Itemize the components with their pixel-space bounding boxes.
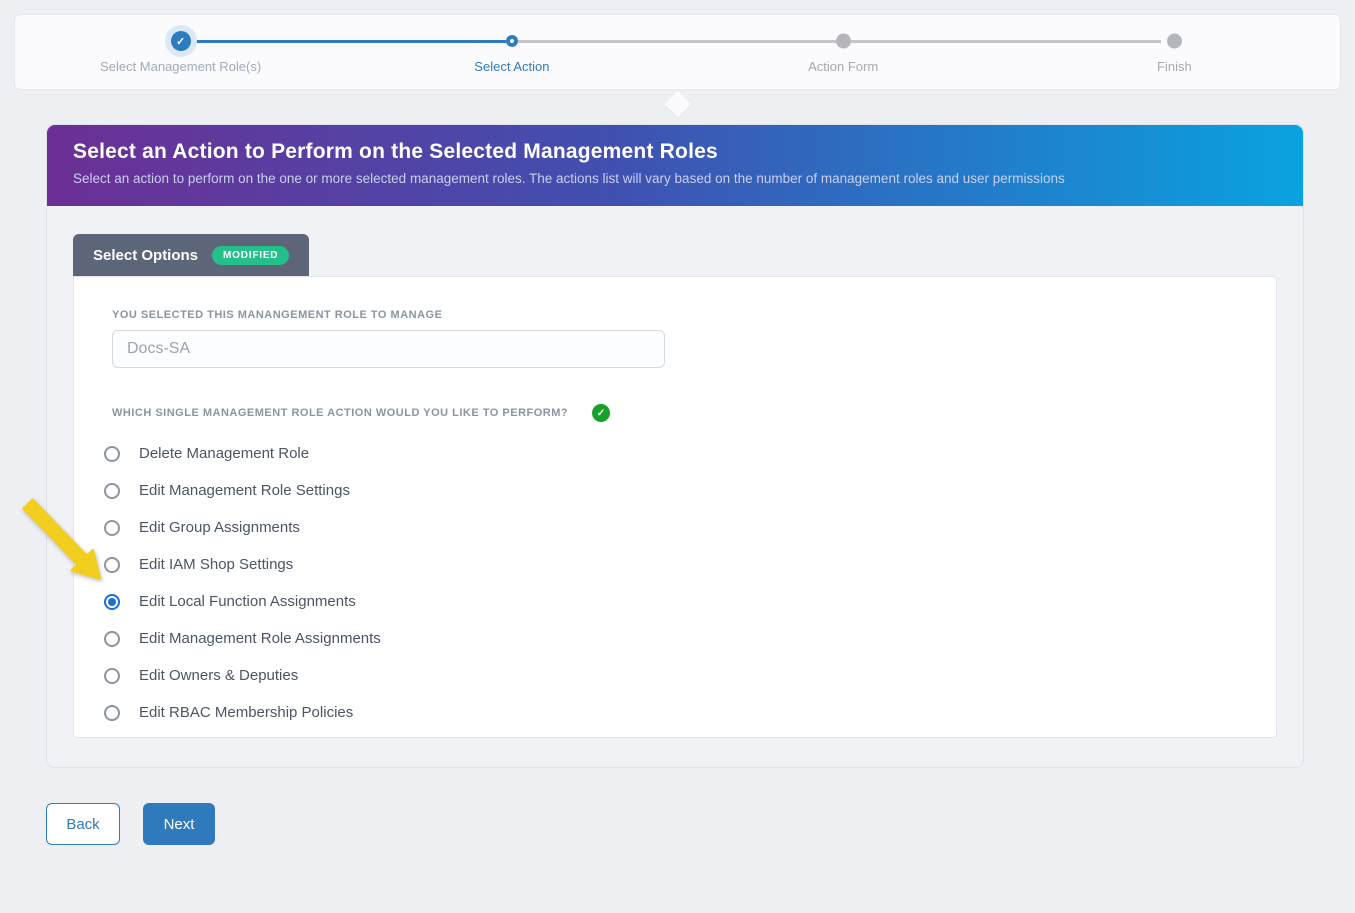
step-pending-dot-icon (836, 34, 851, 49)
step-finish[interactable]: Finish (1009, 15, 1340, 89)
radio-option-label: Edit Local Function Assignments (139, 593, 356, 610)
radio-option-label: Edit Management Role Assignments (139, 630, 381, 647)
radio-option-edit-owners-deputies[interactable]: Edit Owners & Deputies (104, 657, 1238, 694)
step-label: Finish (1157, 59, 1192, 74)
radio-button-icon[interactable] (104, 631, 120, 647)
radio-option-label: Edit RBAC Membership Policies (139, 704, 353, 721)
page-title: Select an Action to Perform on the Selec… (73, 140, 1277, 164)
tab-label: Select Options (93, 247, 198, 264)
radio-option-edit-group-assignments[interactable]: Edit Group Assignments (104, 509, 1238, 546)
step-pending-dot-icon (1167, 34, 1182, 49)
step-label: Select Management Role(s) (100, 59, 261, 74)
radio-option-label: Edit Group Assignments (139, 519, 300, 536)
radio-button-icon[interactable] (104, 668, 120, 684)
action-question-label: WHICH SINGLE MANAGEMENT ROLE ACTION WOUL… (112, 407, 568, 419)
back-button[interactable]: Back (46, 803, 120, 845)
radio-option-label: Edit Management Role Settings (139, 482, 350, 499)
page-subtitle: Select an action to perform on the one o… (73, 171, 1277, 186)
action-radio-group: Delete Management Role Edit Management R… (104, 435, 1238, 731)
step-select-management-roles[interactable]: ✓ Select Management Role(s) (15, 15, 346, 89)
radio-button-selected-icon[interactable] (104, 594, 120, 610)
options-card: YOU SELECTED THIS MANANGEMENT ROLE TO MA… (73, 276, 1277, 738)
wizard-stepper: ✓ Select Management Role(s) Select Actio… (14, 14, 1341, 90)
radio-option-label: Edit IAM Shop Settings (139, 556, 293, 573)
next-button[interactable]: Next (143, 803, 215, 845)
radio-button-icon[interactable] (104, 705, 120, 721)
radio-option-edit-management-role-assignments[interactable]: Edit Management Role Assignments (104, 620, 1238, 657)
selected-role-label: YOU SELECTED THIS MANANGEMENT ROLE TO MA… (112, 309, 1238, 321)
modified-badge: MODIFIED (212, 246, 289, 265)
radio-option-label: Delete Management Role (139, 445, 309, 462)
step-completed-check-icon: ✓ (171, 31, 191, 51)
tab-select-options[interactable]: Select Options MODIFIED (73, 234, 309, 276)
valid-check-icon: ✓ (592, 404, 610, 422)
radio-option-delete-management-role[interactable]: Delete Management Role (104, 435, 1238, 472)
step-label: Select Action (474, 59, 549, 74)
wizard-panel: Select an Action to Perform on the Selec… (46, 124, 1304, 768)
radio-button-icon[interactable] (104, 520, 120, 536)
step-label: Action Form (808, 59, 878, 74)
radio-button-icon[interactable] (104, 483, 120, 499)
radio-option-edit-iam-shop-settings[interactable]: Edit IAM Shop Settings (104, 546, 1238, 583)
step-select-action[interactable]: Select Action (346, 15, 677, 89)
radio-option-edit-rbac-membership-policies[interactable]: Edit RBAC Membership Policies (104, 694, 1238, 731)
selected-role-input[interactable] (112, 330, 665, 368)
radio-option-edit-management-role-settings[interactable]: Edit Management Role Settings (104, 472, 1238, 509)
panel-header-banner: Select an Action to Perform on the Selec… (47, 125, 1303, 206)
radio-button-icon[interactable] (104, 446, 120, 462)
step-action-form[interactable]: Action Form (678, 15, 1009, 89)
stepper-pointer-caret (663, 91, 691, 119)
radio-option-label: Edit Owners & Deputies (139, 667, 298, 684)
radio-option-edit-local-function-assignments[interactable]: Edit Local Function Assignments (104, 583, 1238, 620)
radio-button-icon[interactable] (104, 557, 120, 573)
step-active-dot-icon (506, 35, 518, 47)
